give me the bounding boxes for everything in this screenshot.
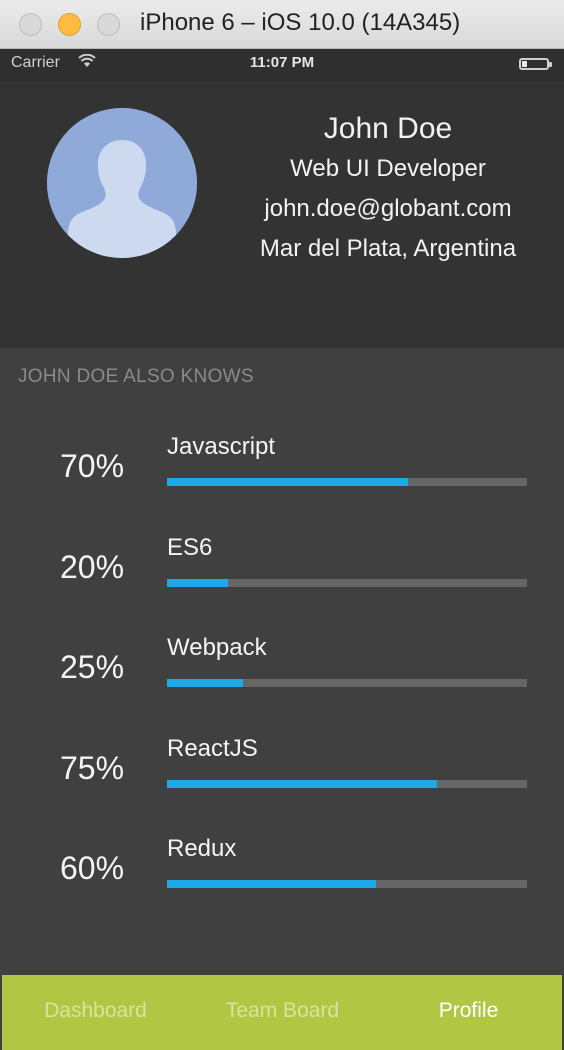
battery-icon — [519, 58, 552, 70]
skill-progress-fill — [167, 679, 243, 687]
profile-header: John Doe Web UI Developer john.doe@globa… — [0, 81, 564, 348]
status-bar: Carrier 11:07 PM — [0, 49, 564, 81]
skills-section-title: JOHN DOE ALSO KNOWS — [18, 366, 254, 387]
title-bar: iPhone 6 – iOS 10.0 (14A345) — [0, 0, 564, 49]
profile-location: Mar del Plata, Argentina — [259, 235, 517, 262]
skill-name: Javascript — [167, 433, 276, 460]
skill-name: ES6 — [167, 534, 213, 561]
skill-progress-fill — [167, 880, 376, 888]
skill-percent: 60% — [59, 850, 125, 886]
close-window-button[interactable] — [19, 13, 42, 36]
skill-percent: 25% — [59, 649, 125, 685]
tab-dashboard[interactable]: Dashboard — [2, 999, 189, 1023]
skill-progress-fill — [167, 579, 229, 587]
skill-percent: 20% — [59, 549, 125, 585]
minimize-window-button[interactable] — [58, 13, 81, 36]
skill-progress-fill — [167, 780, 437, 788]
skill-percent: 70% — [59, 448, 125, 484]
skills-section: JOHN DOE ALSO KNOWS 70% Javascript 20% E… — [0, 348, 564, 975]
skill-name: Redux — [167, 835, 237, 862]
zoom-window-button[interactable] — [97, 13, 120, 36]
skill-progress-track — [167, 780, 527, 788]
window-title: iPhone 6 – iOS 10.0 (14A345) — [140, 9, 461, 36]
skill-row: 60% Redux — [0, 810, 564, 900]
profile-info: John Doe Web UI Developer john.doe@globa… — [240, 109, 536, 269]
tab-bar: Dashboard Team Board Profile — [2, 975, 562, 1050]
skill-progress-fill — [167, 478, 409, 486]
skill-name: Webpack — [167, 634, 267, 661]
profile-name: John Doe — [323, 112, 453, 145]
tab-team-board[interactable]: Team Board — [189, 999, 376, 1023]
skill-percent: 75% — [59, 750, 125, 786]
person-placeholder-icon — [47, 108, 197, 258]
battery-level — [522, 61, 527, 67]
skill-name: ReactJS — [167, 735, 258, 762]
skill-progress-track — [167, 880, 527, 888]
skill-row: 20% ES6 — [0, 509, 564, 599]
skill-progress-track — [167, 579, 527, 587]
status-time: 11:07 PM — [249, 54, 315, 71]
skill-progress-track — [167, 478, 527, 486]
skill-row: 25% Webpack — [0, 609, 564, 699]
skill-row: 75% ReactJS — [0, 710, 564, 800]
skill-progress-track — [167, 679, 527, 687]
profile-email[interactable]: john.doe@globant.com — [240, 189, 536, 229]
profile-role: Web UI Developer — [290, 155, 486, 182]
simulator-window: iPhone 6 – iOS 10.0 (14A345) Carrier 11:… — [0, 0, 564, 1050]
skill-row: 70% Javascript — [0, 408, 564, 498]
tab-profile[interactable]: Profile — [375, 999, 562, 1023]
